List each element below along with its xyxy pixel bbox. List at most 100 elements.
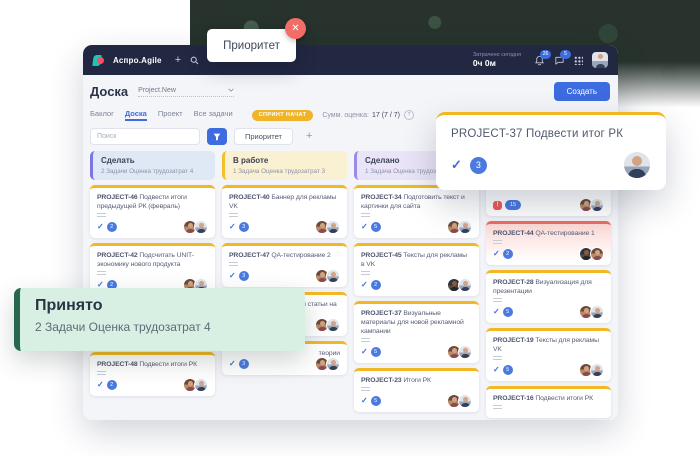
task-title-text: Подвести итоги РК xyxy=(139,361,197,368)
assignee-avatars xyxy=(582,305,604,319)
summary-value: 17 (7 / 7) xyxy=(372,112,400,119)
priority-filter-button[interactable]: Приоритет xyxy=(234,128,293,145)
task-card-footer-left: ✓2 xyxy=(97,222,117,232)
task-card[interactable]: PROJECT-23 Итоги РК ✓5 xyxy=(354,368,479,412)
task-preview-popup[interactable]: PROJECT-37 Подвести итог РК ✓ 3 xyxy=(436,112,666,190)
estimate-badge: 5 xyxy=(371,347,381,357)
done-check-icon: ✓ xyxy=(229,223,236,231)
task-card-footer-left: ✓3 xyxy=(229,359,249,369)
task-title-text: QA-тестирование 2 xyxy=(271,252,330,259)
time-spent-value: 0ч 0м xyxy=(473,58,521,68)
task-card-footer: ✓5 xyxy=(361,346,472,358)
task-id: PROJECT-44 xyxy=(493,230,534,237)
estimate-badge: 5 xyxy=(371,396,381,406)
summary-label: Сумм. оценка: xyxy=(322,112,369,119)
man-avatar xyxy=(458,278,472,292)
description-icon xyxy=(97,371,106,376)
assignee-avatars xyxy=(318,269,340,283)
assignee-avatar[interactable] xyxy=(623,151,651,179)
column-header[interactable]: Сделать2 Задачи Оценка трудозатрат 4 xyxy=(90,151,215,180)
assignee-avatars xyxy=(582,247,604,261)
accepted-title: Принято xyxy=(35,297,290,315)
estimate-badge: 3 xyxy=(239,222,249,232)
search-icon[interactable] xyxy=(190,56,199,65)
close-icon[interactable]: ✕ xyxy=(285,18,306,39)
task-card[interactable]: PROJECT-47 QA-тестирование 2 ✓3 xyxy=(222,243,347,287)
tab-all-tasks[interactable]: Все задачи xyxy=(194,109,233,121)
man-avatar xyxy=(590,305,604,319)
woman-avatar xyxy=(590,247,604,261)
priority-tooltip: Приоритет ✕ xyxy=(207,29,296,62)
messages-icon[interactable]: 5 xyxy=(554,55,565,66)
task-card-footer: ✓2 xyxy=(97,221,208,233)
add-filter-icon[interactable]: + xyxy=(300,130,318,143)
task-id: PROJECT-47 xyxy=(229,252,270,259)
tab-board[interactable]: Доска xyxy=(125,109,147,121)
create-button[interactable]: Создать xyxy=(554,82,610,101)
task-id: PROJECT-34 xyxy=(361,194,402,201)
notifications-bell-icon[interactable]: 26 xyxy=(534,55,545,66)
task-card-title: PROJECT-44 QA-тестирование 1 xyxy=(493,229,604,238)
task-card-footer-left: ✓5 xyxy=(493,307,513,317)
task-card[interactable]: PROJECT-28 Визуализация для презентации✓… xyxy=(486,270,611,323)
filter-button[interactable] xyxy=(207,128,227,145)
task-id: PROJECT-40 xyxy=(229,194,270,201)
task-card[interactable]: PROJECT-16 Подвести итоги РК xyxy=(486,386,611,418)
user-avatar[interactable] xyxy=(592,52,608,68)
task-card-footer: ✓3 xyxy=(229,270,340,282)
man-avatar xyxy=(458,394,472,408)
task-popup-title: PROJECT-37 Подвести итог РК xyxy=(451,128,651,140)
task-card-footer: ✓3 xyxy=(229,358,340,370)
task-card[interactable]: PROJECT-44 QA-тестирование 1 ✓2 xyxy=(486,221,611,265)
estimate-badge: 2 xyxy=(107,380,117,390)
task-card-title: PROJECT-23 Итоги РК xyxy=(361,376,472,385)
task-card-footer: ✓5 xyxy=(361,221,472,233)
task-card-footer-left: ✓3 xyxy=(229,222,249,232)
app-window: Аспро.Agile + Сп Затрачено сегодня 0ч 0м… xyxy=(83,45,618,420)
task-card[interactable]: PROJECT-45 Тексты для рекламы в VK✓2 xyxy=(354,243,479,296)
task-card[interactable]: PROJECT-34 Подготовить текст и картинки … xyxy=(354,185,479,238)
search-input[interactable] xyxy=(90,128,200,145)
done-check-icon: ✓ xyxy=(361,397,368,405)
estimate-badge: 15 xyxy=(505,200,521,210)
task-card-footer: ✓2 xyxy=(493,248,604,260)
man-avatar xyxy=(326,357,340,371)
task-card-title: PROJECT-42 Подсчитать UNIT-экономику нов… xyxy=(97,251,208,269)
task-card-title: PROJECT-48 Подвести итоги РК xyxy=(97,360,208,369)
description-icon xyxy=(361,338,370,343)
task-card[interactable]: PROJECT-40 Баннер для рекламы VK✓3 xyxy=(222,185,347,238)
task-card-footer-left: ✓5 xyxy=(493,365,513,375)
quick-add-icon[interactable]: + xyxy=(175,55,181,66)
description-icon xyxy=(361,271,370,276)
apps-grid-icon[interactable] xyxy=(574,56,583,65)
task-card[interactable]: PROJECT-19 Тексты для рекламы VK✓5 xyxy=(486,328,611,381)
description-icon xyxy=(493,356,502,361)
tab-backlog[interactable]: Баклог xyxy=(90,109,114,121)
funnel-icon xyxy=(213,133,221,141)
done-check-icon: ✓ xyxy=(493,250,500,258)
assignee-avatars xyxy=(450,345,472,359)
info-icon[interactable]: ? xyxy=(404,110,414,120)
project-selector[interactable]: Project.New xyxy=(138,87,234,97)
man-avatar xyxy=(458,220,472,234)
task-card[interactable]: PROJECT-48 Подвести итоги РК✓2 xyxy=(90,352,215,396)
estimate-badge: 2 xyxy=(371,280,381,290)
estimate-badge: 3 xyxy=(239,359,249,369)
top-navigation-bar: Аспро.Agile + Сп Затрачено сегодня 0ч 0м… xyxy=(83,45,618,75)
task-title-text: Подвести итоги РК xyxy=(535,395,593,402)
description-icon xyxy=(361,387,370,392)
done-check-icon: ✓ xyxy=(451,157,462,173)
accepted-meta: 2 Задачи Оценка трудозатрат 4 xyxy=(35,320,290,334)
kanban-column: Сделать2 Задачи Оценка трудозатрат 4 PROJ… xyxy=(90,151,215,401)
task-card[interactable]: PROJECT-37 Визуальные материалы для ново… xyxy=(354,301,479,363)
description-icon xyxy=(97,271,106,276)
kanban-column: !15PROJECT-44 QA-тестирование 1✓2PROJECT… xyxy=(486,151,611,420)
task-card[interactable]: PROJECT-46 Подвести итоги предыдущей РК … xyxy=(90,185,215,238)
assignee-avatars xyxy=(582,198,604,212)
column-header[interactable]: В работе1 Задача Оценка трудозатрат 3 xyxy=(222,151,347,180)
task-card-footer-left: ✓3 xyxy=(229,271,249,281)
task-id: PROJECT-42 xyxy=(97,252,138,259)
done-check-icon: ✓ xyxy=(493,366,500,374)
task-id: PROJECT-37 xyxy=(361,310,402,317)
tab-project[interactable]: Проект xyxy=(158,109,183,121)
